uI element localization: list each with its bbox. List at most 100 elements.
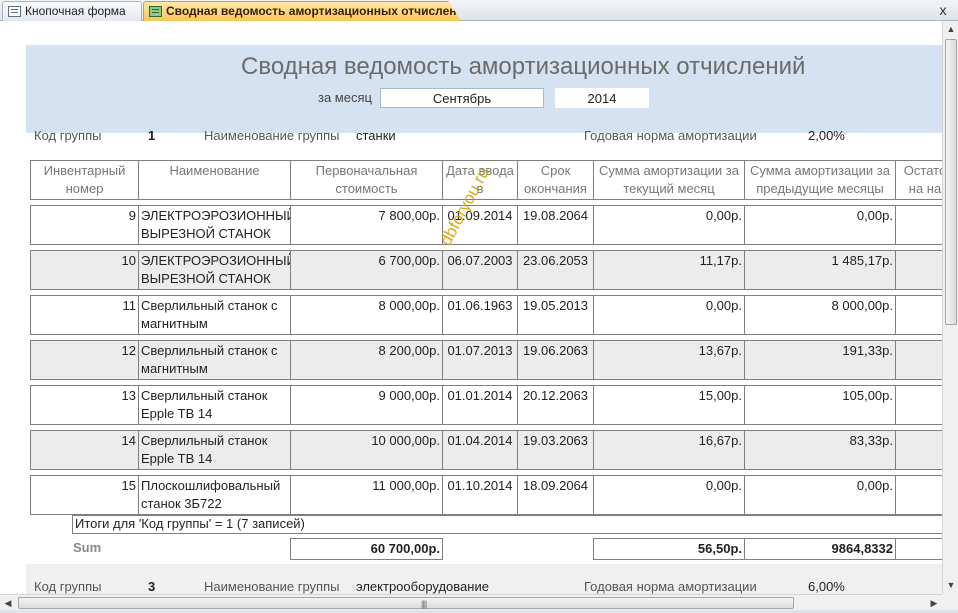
scroll-up-icon[interactable]: ▲ <box>943 21 958 37</box>
column-header-end-date: Срок окончания <box>517 160 594 200</box>
end-date: 19.05.2013 <box>517 295 594 335</box>
vertical-scroll-thumb[interactable] <box>945 39 957 325</box>
group-summary: Итоги для 'Код группы' = 1 (7 записей) <box>72 515 942 534</box>
form-icon <box>8 6 21 17</box>
group-name-label: Наименование группы <box>204 579 340 594</box>
column-header-initial-cost: Первоначальная стоимость <box>290 160 443 200</box>
previous-depreciation: 0,00р. <box>744 205 896 245</box>
total-remainder <box>895 538 942 560</box>
month-value: Сентябрь <box>380 88 544 108</box>
start-date: 01.04.2014 <box>442 430 518 470</box>
report-view: Сводная ведомость амортизационных отчисл… <box>0 22 942 594</box>
column-header-remainder: Остато на на <box>895 160 942 200</box>
group-name-value: электрооборудование <box>356 579 489 594</box>
initial-cost: 8 200,00р. <box>290 340 443 380</box>
group-code-label: Код группы <box>34 579 102 594</box>
depreciation-rate-label: Годовая норма амортизации <box>584 579 757 594</box>
tab-label: Кнопочная форма <box>25 4 126 18</box>
column-header-previous-depreciation: Сумма амортизации за предыдущие месяцы <box>744 160 896 200</box>
current-depreciation: 0,00р. <box>593 475 745 515</box>
depreciation-rate-value: 2,00% <box>808 128 845 143</box>
document-tab-bar: Кнопочная форма Сводная ведомость аморти… <box>0 0 958 21</box>
start-date: 06.07.2003 <box>442 250 518 290</box>
remainder <box>895 250 942 290</box>
current-depreciation: 16,67р. <box>593 430 745 470</box>
initial-cost: 11 000,00р. <box>290 475 443 515</box>
initial-cost: 9 000,00р. <box>290 385 443 425</box>
tab-switchboard-form[interactable]: Кнопочная форма <box>2 1 142 21</box>
initial-cost: 6 700,00р. <box>290 250 443 290</box>
total-previous-depreciation: 9864,8332 <box>744 538 896 560</box>
inventory-number: 12 <box>30 340 139 380</box>
scroll-left-icon[interactable]: ◀ <box>0 595 16 611</box>
group-name-label: Наименование группы <box>204 128 340 143</box>
month-label: за месяц <box>318 90 372 105</box>
end-date: 19.03.2063 <box>517 430 594 470</box>
previous-depreciation: 105,00р. <box>744 385 896 425</box>
inventory-number: 13 <box>30 385 139 425</box>
current-depreciation: 0,00р. <box>593 295 745 335</box>
start-date: 01.06.1963 <box>442 295 518 335</box>
total-initial-cost: 60 700,00р. <box>290 538 443 560</box>
column-header-inventory-number: Инвентарный номер <box>30 160 139 200</box>
previous-depreciation: 191,33р. <box>744 340 896 380</box>
end-date: 18.09.2064 <box>517 475 594 515</box>
vertical-scrollbar[interactable]: ▲ ▼ <box>942 21 958 594</box>
total-current-depreciation: 56,50р. <box>593 538 745 560</box>
horizontal-scrollbar[interactable]: ◀ |||| ▶ <box>0 594 942 610</box>
asset-name: ЭЛЕКТРОЭРОЗИОННЫЙ ВЫРЕЗНОЙ СТАНОК <box>138 250 291 290</box>
initial-cost: 8 000,00р. <box>290 295 443 335</box>
column-header-name: Наименование <box>138 160 291 200</box>
previous-depreciation: 8 000,00р. <box>744 295 896 335</box>
depreciation-rate-value: 6,00% <box>808 579 845 594</box>
current-depreciation: 0,00р. <box>593 205 745 245</box>
asset-name: Сверлильный станок с магнитным <box>138 295 291 335</box>
initial-cost: 10 000,00р. <box>290 430 443 470</box>
initial-cost: 7 800,00р. <box>290 205 443 245</box>
report-left-margin <box>0 22 26 594</box>
scroll-grip-icon: |||| <box>421 599 427 609</box>
close-icon[interactable]: x <box>936 2 950 18</box>
inventory-number: 9 <box>30 205 139 245</box>
remainder <box>895 475 942 515</box>
current-depreciation: 11,17р. <box>593 250 745 290</box>
end-date: 20.12.2063 <box>517 385 594 425</box>
column-header-current-depreciation: Сумма амортизации за текущий месяц <box>593 160 745 200</box>
inventory-number: 14 <box>30 430 139 470</box>
end-date: 23.06.2053 <box>517 250 594 290</box>
inventory-number: 15 <box>30 475 139 515</box>
remainder <box>895 205 942 245</box>
remainder <box>895 430 942 470</box>
asset-name: Сверлильный станок Epple TB 14 <box>138 385 291 425</box>
remainder <box>895 340 942 380</box>
asset-name: ЭЛЕКТРОЭРОЗИОННЫЙ ВЫРЕЗНОЙ СТАНОК <box>138 205 291 245</box>
previous-depreciation: 83,33р. <box>744 430 896 470</box>
asset-name: Сверлильный станок с магнитным <box>138 340 291 380</box>
report-icon <box>149 6 162 17</box>
tab-depreciation-report[interactable]: Сводная ведомость амортизационных отчисл… <box>143 1 461 21</box>
group-code-value: 3 <box>148 579 156 594</box>
scroll-right-icon[interactable]: ▶ <box>926 595 942 611</box>
start-date: 01.10.2014 <box>442 475 518 515</box>
report-title: Сводная ведомость амортизационных отчисл… <box>241 53 806 80</box>
remainder <box>895 295 942 335</box>
inventory-number: 11 <box>30 295 139 335</box>
previous-depreciation: 0,00р. <box>744 475 896 515</box>
group-code-label: Код группы <box>34 128 102 143</box>
depreciation-rate-label: Годовая норма амортизации <box>584 128 757 143</box>
current-depreciation: 15,00р. <box>593 385 745 425</box>
group-code-value: 1 <box>148 128 156 143</box>
end-date: 19.06.2063 <box>517 340 594 380</box>
inventory-number: 10 <box>30 250 139 290</box>
asset-name: Плоскошлифовальный станок 3Б722 <box>138 475 291 515</box>
group-name-value: станки <box>356 128 396 143</box>
end-date: 19.08.2064 <box>517 205 594 245</box>
asset-name: Сверлильный станок Epple TB 14 <box>138 430 291 470</box>
start-date: 01.01.2014 <box>442 385 518 425</box>
horizontal-scroll-thumb[interactable]: |||| <box>18 597 794 609</box>
previous-depreciation: 1 485,17р. <box>744 250 896 290</box>
year-value: 2014 <box>555 88 649 108</box>
scroll-down-icon[interactable]: ▼ <box>943 577 958 593</box>
tab-label: Сводная ведомость амортизационных отчисл… <box>166 4 472 18</box>
start-date: 01.07.2013 <box>442 340 518 380</box>
